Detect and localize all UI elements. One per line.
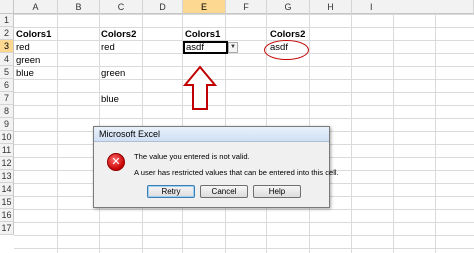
- error-dialog: Microsoft Excel ✕ The value you entered …: [93, 126, 339, 208]
- cancel-button[interactable]: Cancel: [200, 185, 248, 198]
- error-x-icon: ✕: [107, 153, 125, 171]
- cell-a2[interactable]: Colors1: [16, 28, 51, 41]
- cell-c6[interactable]: green: [101, 67, 125, 80]
- cell-c3[interactable]: red: [101, 41, 115, 54]
- row-header-13[interactable]: 13: [0, 170, 14, 183]
- column-header-f[interactable]: F: [226, 0, 267, 14]
- dialog-message-line2: A user has restricted values that can be…: [134, 168, 339, 177]
- grid-line: [393, 14, 394, 253]
- row-header-12[interactable]: 12: [0, 157, 14, 170]
- cell-c2[interactable]: Colors2: [101, 28, 136, 41]
- column-header-b[interactable]: B: [58, 0, 100, 14]
- column-header-h[interactable]: H: [310, 0, 352, 14]
- retry-button[interactable]: Retry: [147, 185, 195, 198]
- row-header-1[interactable]: 1: [0, 14, 14, 27]
- column-header-g[interactable]: G: [267, 0, 310, 14]
- row-header-9[interactable]: 9: [0, 118, 14, 131]
- dropdown-arrow-icon[interactable]: ▼: [228, 42, 238, 53]
- up-arrow-annotation: [183, 65, 217, 110]
- row-header-15[interactable]: 15: [0, 196, 14, 209]
- grid-line: [351, 14, 352, 253]
- row-header-3[interactable]: 3: [0, 40, 14, 53]
- column-header-i[interactable]: I: [352, 0, 474, 14]
- row-header-5[interactable]: 5: [0, 66, 14, 79]
- row-header-2[interactable]: 2: [0, 27, 14, 40]
- column-header-a[interactable]: A: [14, 0, 58, 14]
- dialog-title-bar[interactable]: Microsoft Excel: [94, 127, 329, 142]
- row-header-11[interactable]: 11: [0, 144, 14, 157]
- help-button[interactable]: Help: [253, 185, 301, 198]
- row-header-10[interactable]: 10: [0, 131, 14, 144]
- cell-a3[interactable]: red: [16, 41, 30, 54]
- row-header-17[interactable]: 17: [0, 222, 14, 235]
- row-header-14[interactable]: 14: [0, 183, 14, 196]
- cell-c8[interactable]: blue: [101, 93, 119, 106]
- cell-e2[interactable]: Colors1: [185, 28, 220, 41]
- column-header-d[interactable]: D: [143, 0, 183, 14]
- cell-a4[interactable]: green: [16, 54, 40, 67]
- column-header-e[interactable]: E: [183, 0, 226, 14]
- grid-line: [57, 14, 58, 253]
- select-all-corner[interactable]: [0, 0, 14, 14]
- row-header-16[interactable]: 16: [0, 209, 14, 222]
- row-header-7[interactable]: 7: [0, 92, 14, 105]
- grid-line: [435, 14, 436, 253]
- dialog-title: Microsoft Excel: [99, 129, 161, 139]
- red-circle-annotation: [264, 40, 309, 60]
- cell-a5[interactable]: blue: [16, 67, 34, 80]
- row-header-6[interactable]: 6: [0, 79, 14, 92]
- dialog-message-line1: The value you entered is not valid.: [134, 152, 250, 161]
- row-header-8[interactable]: 8: [0, 105, 14, 118]
- column-header-c[interactable]: C: [100, 0, 143, 14]
- row-header-4[interactable]: 4: [0, 53, 14, 66]
- cell-e3[interactable]: asdf: [186, 41, 204, 54]
